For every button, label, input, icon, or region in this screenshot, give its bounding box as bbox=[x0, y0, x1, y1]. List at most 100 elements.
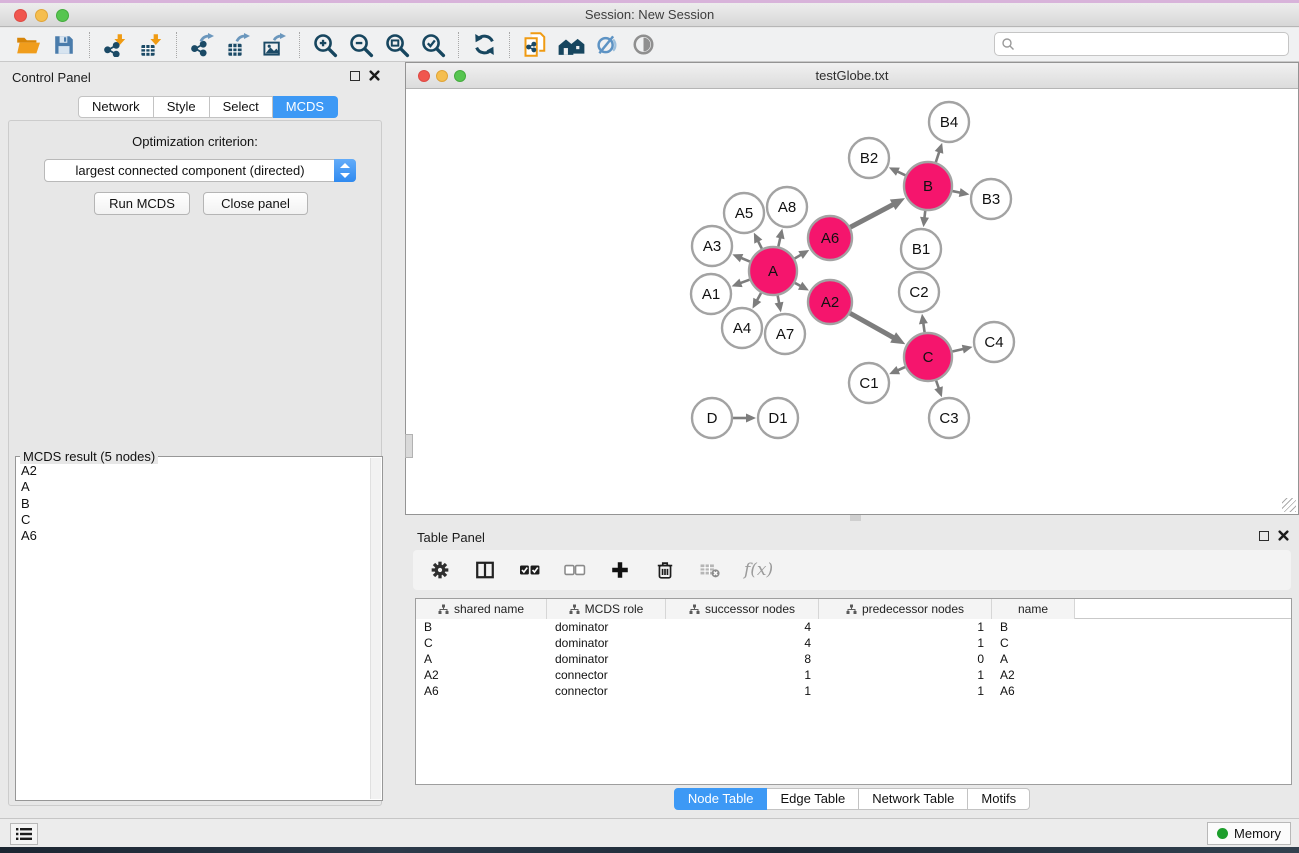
delete-icon[interactable] bbox=[654, 559, 676, 581]
column-header-shared-name[interactable]: shared name bbox=[416, 599, 547, 619]
resize-grip-icon[interactable] bbox=[1282, 498, 1296, 512]
zoom-in-icon[interactable] bbox=[307, 30, 343, 60]
tab-edge-table[interactable]: Edge Table bbox=[767, 788, 859, 810]
zoom-out-icon[interactable] bbox=[343, 30, 379, 60]
edge-B-B1[interactable] bbox=[924, 211, 925, 218]
minimize-window-button[interactable] bbox=[35, 9, 48, 22]
tab-select[interactable]: Select bbox=[210, 96, 273, 118]
minimize-network-window-button[interactable] bbox=[436, 70, 448, 82]
open-session-icon[interactable] bbox=[10, 30, 46, 60]
table-cell[interactable]: C bbox=[416, 635, 547, 651]
table-cell[interactable]: C bbox=[992, 635, 1075, 651]
close-panel-icon[interactable] bbox=[369, 70, 380, 81]
dropdown-stepper-icon[interactable] bbox=[334, 159, 356, 182]
run-mcds-button[interactable]: Run MCDS bbox=[94, 192, 190, 215]
table-cell[interactable]: A6 bbox=[416, 683, 547, 699]
column-header-successor-nodes[interactable]: successor nodes bbox=[666, 599, 819, 619]
mcds-result-item[interactable]: C bbox=[17, 512, 370, 528]
table-row[interactable]: A2connector11A2 bbox=[416, 667, 1291, 683]
tab-node-table[interactable]: Node Table bbox=[674, 788, 768, 810]
edge-A6-B[interactable] bbox=[850, 204, 893, 227]
table-cell[interactable]: 1 bbox=[666, 683, 819, 699]
table-cell[interactable]: B bbox=[992, 619, 1075, 635]
edge-A-A6[interactable] bbox=[795, 255, 802, 259]
search-field[interactable] bbox=[994, 32, 1289, 56]
tab-motifs[interactable]: Motifs bbox=[968, 788, 1030, 810]
deselect-all-checkboxes-icon[interactable] bbox=[564, 559, 586, 581]
split-view-icon[interactable] bbox=[474, 559, 496, 581]
table-cell[interactable]: dominator bbox=[547, 651, 666, 667]
export-table-icon[interactable] bbox=[220, 30, 256, 60]
table-cell[interactable]: A6 bbox=[992, 683, 1075, 699]
export-image-icon[interactable] bbox=[256, 30, 292, 60]
table-cell[interactable]: connector bbox=[547, 683, 666, 699]
mcds-result-item[interactable]: A6 bbox=[17, 528, 370, 544]
table-row[interactable]: A6connector11A6 bbox=[416, 683, 1291, 699]
table-cell[interactable]: A2 bbox=[416, 667, 547, 683]
edge-A2-C[interactable] bbox=[850, 313, 894, 338]
column-header-MCDS-role[interactable]: MCDS role bbox=[547, 599, 666, 619]
edge-A-A5[interactable] bbox=[758, 241, 762, 249]
add-column-icon[interactable] bbox=[609, 559, 631, 581]
table-cell[interactable]: 1 bbox=[819, 667, 992, 683]
zoom-fit-icon[interactable] bbox=[379, 30, 415, 60]
node-table[interactable]: shared nameMCDS rolesuccessor nodesprede… bbox=[415, 598, 1292, 785]
close-panel-button[interactable]: Close panel bbox=[203, 192, 308, 215]
settings-gear-icon[interactable] bbox=[429, 559, 451, 581]
edge-A-A3[interactable] bbox=[741, 258, 750, 262]
home-icon[interactable] bbox=[553, 30, 589, 60]
edge-C-C4[interactable] bbox=[952, 349, 963, 352]
splitpane-collapse-handle[interactable] bbox=[850, 515, 861, 521]
table-cell[interactable]: connector bbox=[547, 667, 666, 683]
edge-C-C1[interactable] bbox=[897, 367, 905, 370]
tab-style[interactable]: Style bbox=[154, 96, 210, 118]
save-session-icon[interactable] bbox=[46, 30, 82, 60]
table-cell[interactable]: A bbox=[416, 651, 547, 667]
edge-A-A8[interactable] bbox=[778, 237, 780, 246]
table-row[interactable]: Adominator80A bbox=[416, 651, 1291, 667]
table-cell[interactable]: 8 bbox=[666, 651, 819, 667]
splitpane-collapse-handle[interactable] bbox=[405, 434, 413, 458]
table-cell[interactable]: A bbox=[992, 651, 1075, 667]
edge-B-B4[interactable] bbox=[936, 151, 940, 162]
edge-C-C3[interactable] bbox=[936, 381, 939, 389]
import-table-icon[interactable] bbox=[133, 30, 169, 60]
zoom-selected-icon[interactable] bbox=[415, 30, 451, 60]
column-header-predecessor-nodes[interactable]: predecessor nodes bbox=[819, 599, 992, 619]
copy-network-view-icon[interactable] bbox=[517, 30, 553, 60]
result-list-scrollbar[interactable] bbox=[370, 458, 381, 799]
network-canvas[interactable]: B4B2BB3A8A5A6A3B1AC2A1A2A4A7C4CC1C3DD1 bbox=[406, 89, 1298, 514]
table-row[interactable]: Bdominator41B bbox=[416, 619, 1291, 635]
table-cell[interactable]: dominator bbox=[547, 619, 666, 635]
table-cell[interactable]: 1 bbox=[666, 667, 819, 683]
search-input[interactable] bbox=[1015, 34, 1288, 54]
float-panel-icon[interactable] bbox=[350, 71, 360, 81]
zoom-window-button[interactable] bbox=[56, 9, 69, 22]
edge-B-B3[interactable] bbox=[952, 191, 960, 193]
table-cell[interactable]: 1 bbox=[819, 635, 992, 651]
close-panel-icon[interactable] bbox=[1278, 530, 1289, 541]
table-cell[interactable]: 0 bbox=[819, 651, 992, 667]
mcds-result-item[interactable]: A2 bbox=[17, 463, 370, 479]
edge-A-A1[interactable] bbox=[740, 280, 749, 284]
show-eye-icon[interactable] bbox=[625, 30, 661, 60]
mcds-result-item[interactable]: B bbox=[17, 496, 370, 512]
optimization-criterion-dropdown[interactable]: largest connected component (directed) bbox=[44, 159, 356, 182]
table-row[interactable]: Cdominator41C bbox=[416, 635, 1291, 651]
mcds-result-item[interactable]: A bbox=[17, 479, 370, 495]
table-cell[interactable]: 4 bbox=[666, 635, 819, 651]
table-cell[interactable]: 4 bbox=[666, 619, 819, 635]
edge-A-A7[interactable] bbox=[778, 296, 780, 304]
edge-A-A4[interactable] bbox=[757, 293, 761, 301]
edge-B-B2[interactable] bbox=[897, 171, 905, 175]
float-panel-icon[interactable] bbox=[1259, 531, 1269, 541]
memory-button[interactable]: Memory bbox=[1207, 822, 1291, 845]
table-cell[interactable]: 1 bbox=[819, 619, 992, 635]
select-all-checkboxes-icon[interactable] bbox=[519, 559, 541, 581]
edge-A-A2[interactable] bbox=[795, 283, 801, 286]
close-window-button[interactable] bbox=[14, 9, 27, 22]
table-cell[interactable]: dominator bbox=[547, 635, 666, 651]
export-network-icon[interactable] bbox=[184, 30, 220, 60]
refresh-icon[interactable] bbox=[466, 30, 502, 60]
task-history-button[interactable] bbox=[10, 823, 38, 845]
